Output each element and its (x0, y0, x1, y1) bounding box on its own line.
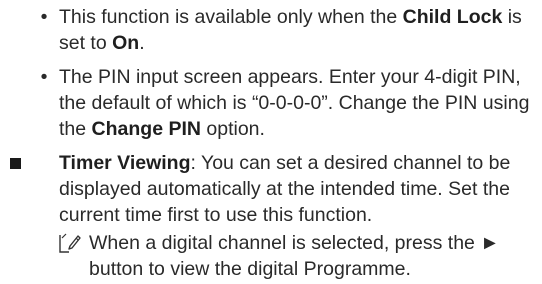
timer-viewing-title: Timer Viewing (59, 152, 191, 174)
bold-change-pin: Change PIN (91, 118, 201, 140)
bold-on: On (112, 32, 140, 54)
bullet-text-pre: This function is available only when the (59, 6, 403, 28)
note-text: When a digital channel is selected, pres… (89, 232, 500, 280)
manual-page: • This function is available only when t… (0, 0, 542, 284)
note-item: When a digital channel is selected, pres… (59, 230, 534, 282)
bold-child-lock: Child Lock (402, 6, 503, 28)
timer-viewing-item: Timer Viewing: You can set a desired cha… (10, 150, 537, 228)
bullet-pin-input: • The PIN input screen appears. Enter yo… (41, 64, 537, 142)
square-bullet-icon (10, 158, 21, 169)
bullet-text-post: option. (200, 118, 265, 140)
bullet-dot: • (40, 66, 48, 88)
note-pencil-icon (59, 233, 81, 253)
bullet-text-post: . (139, 32, 145, 54)
bullet-child-lock: • This function is available only when t… (41, 4, 537, 56)
bullet-dot: • (40, 6, 48, 28)
